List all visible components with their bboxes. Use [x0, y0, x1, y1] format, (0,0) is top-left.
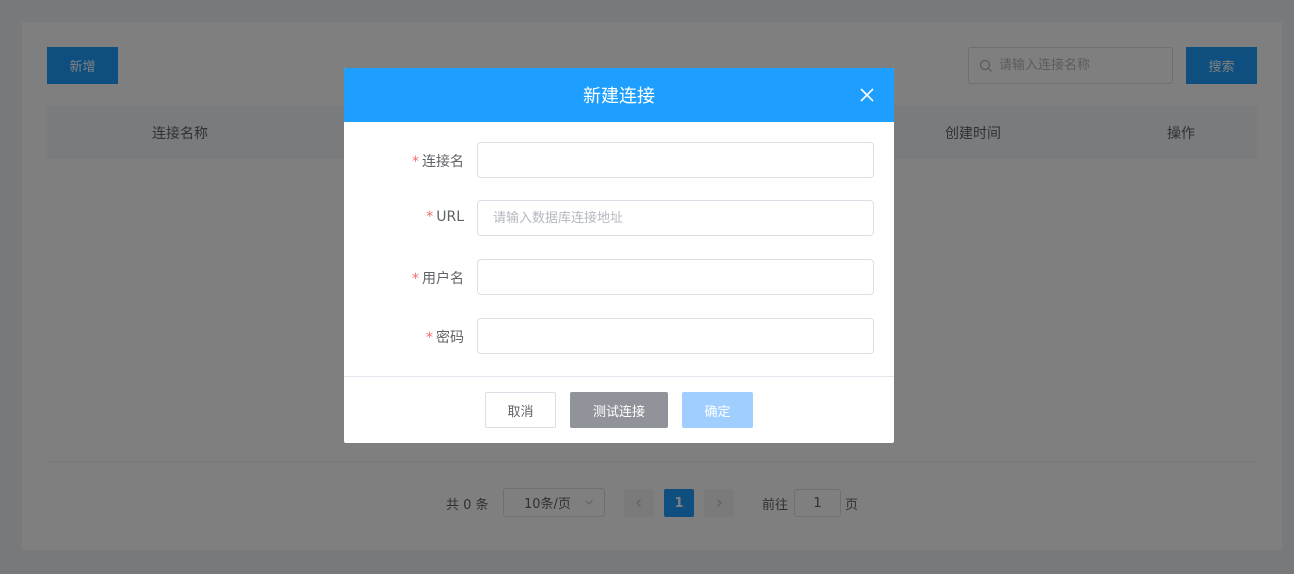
url-label: * URL [426, 209, 464, 225]
dialog-title: 新建连接 [583, 86, 655, 107]
form-row-password: * 密码 [344, 318, 894, 354]
url-input[interactable] [477, 200, 874, 236]
dialog-header: 新建连接 [344, 68, 894, 122]
username-label: * 用户名 [412, 271, 464, 287]
password-label: * 密码 [426, 330, 464, 346]
connection-name-label: * 连接名 [412, 154, 464, 170]
test-connection-button[interactable]: 测试连接 [570, 392, 668, 428]
connection-name-input[interactable] [477, 142, 874, 178]
required-mark: * [412, 271, 419, 287]
required-mark: * [412, 154, 419, 170]
form-row-username: * 用户名 [344, 259, 894, 295]
form-row-url: * URL [344, 200, 894, 236]
new-connection-dialog: 新建连接 *连接名 *URL *用户名 *密码 取消 测试连接 确定 [344, 68, 894, 443]
username-input[interactable] [477, 259, 874, 295]
close-icon[interactable] [858, 86, 876, 104]
confirm-button[interactable]: 确定 [682, 392, 753, 428]
dialog-footer-divider [344, 376, 894, 377]
cancel-button[interactable]: 取消 [485, 392, 556, 428]
password-input[interactable] [477, 318, 874, 354]
required-mark: * [426, 330, 433, 346]
required-mark: * [426, 209, 434, 225]
form-row-connection-name: * 连接名 [344, 142, 894, 178]
